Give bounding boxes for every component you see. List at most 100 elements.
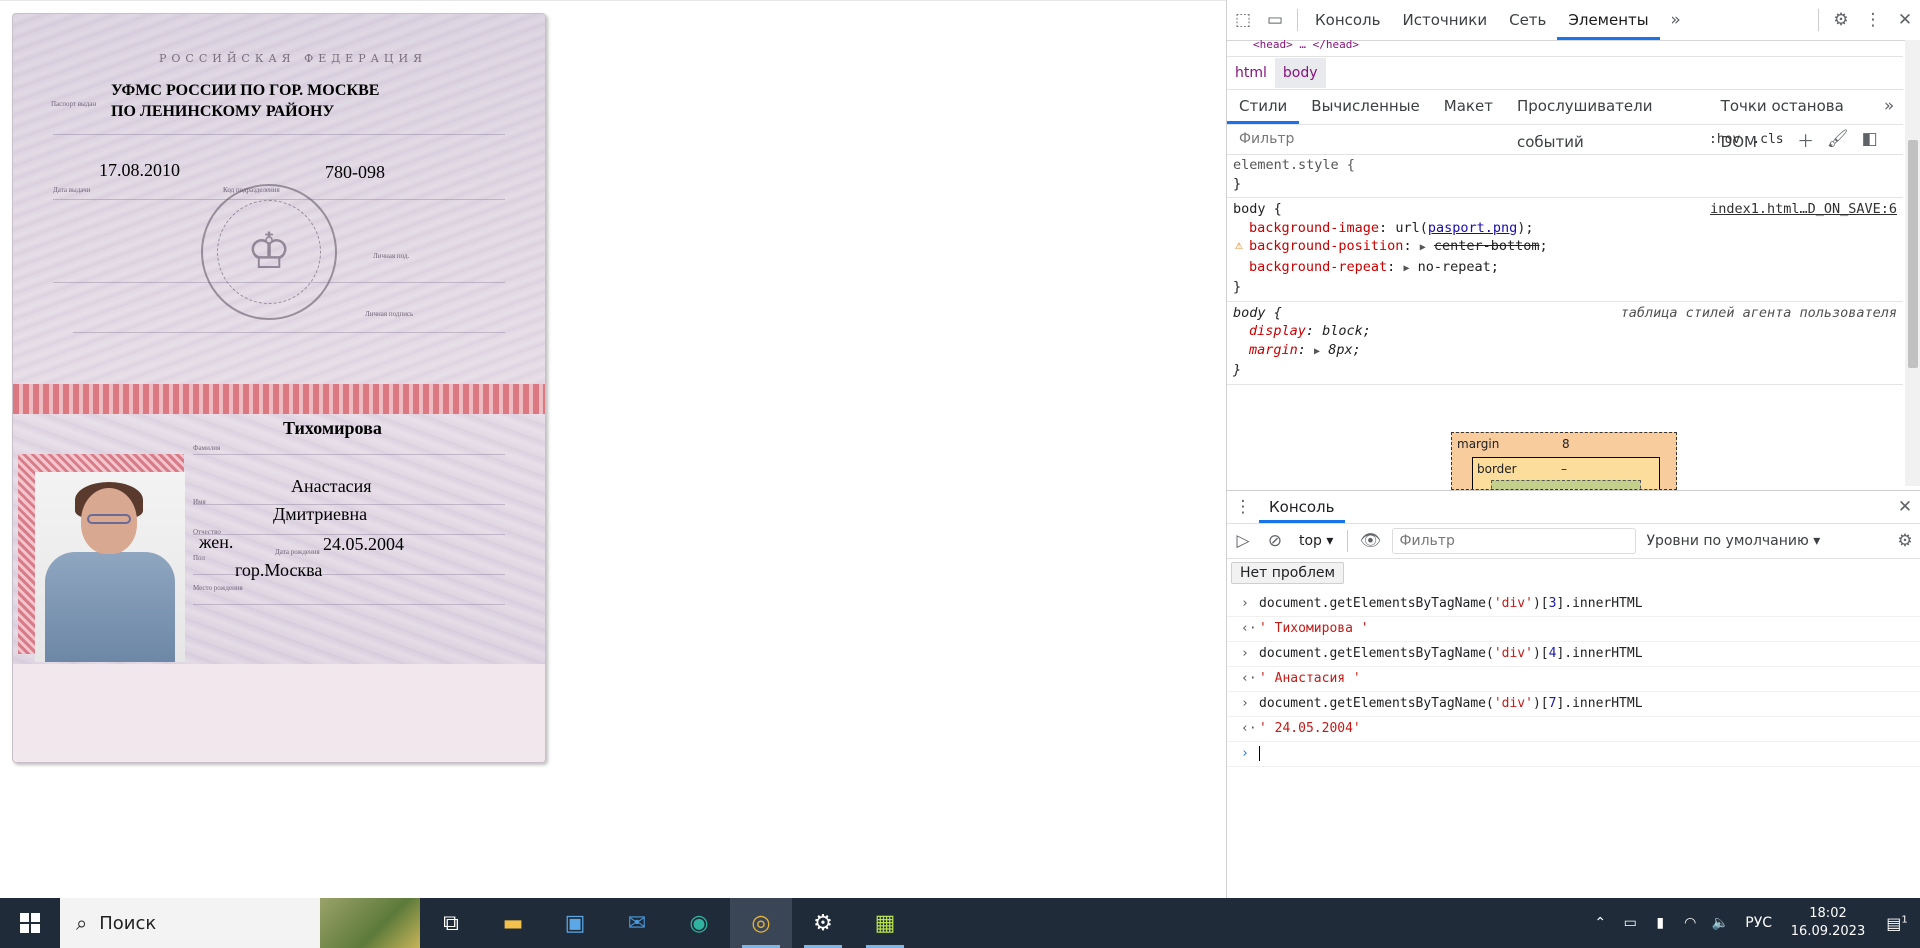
start-button[interactable]	[0, 898, 60, 948]
drawer-tab-console[interactable]: Консоль	[1259, 491, 1345, 523]
console-input-line[interactable]: › document.getElementsByTagName('div')[3]…	[1227, 592, 1920, 617]
inspect-element-icon[interactable]: ⬚	[1227, 4, 1259, 36]
mail-icon[interactable]: ✉	[606, 898, 668, 948]
element-style-rule[interactable]: element.style { }	[1227, 154, 1903, 198]
tab-elements[interactable]: Элементы	[1557, 0, 1660, 40]
volume-icon[interactable]: 🔈	[1705, 915, 1735, 931]
devtools-panel: ⬚ ▭ Консоль Источники Сеть Элементы » ⚙ …	[1226, 0, 1920, 898]
tab-layout[interactable]: Макет	[1432, 88, 1505, 124]
expand-triangle-icon[interactable]: ▶	[1403, 263, 1409, 274]
device-toggle-icon[interactable]: ▭	[1259, 4, 1291, 36]
passport-authority: УФМС РОССИИ ПО ГОР. МОСКВЕ ПО ЛЕНИНСКОМУ…	[111, 82, 380, 120]
console-settings-gear-icon[interactable]: ⚙	[1889, 525, 1920, 557]
passport-division-code: 780-098	[325, 162, 385, 182]
tab-computed[interactable]: Вычисленные	[1299, 88, 1432, 124]
new-rule-icon[interactable]: ＋	[1790, 123, 1822, 155]
styles-scrollbar[interactable]	[1905, 40, 1920, 486]
useragent-source: таблица стилей агента пользователя	[1620, 304, 1897, 321]
console-result-line: ‹· ' 24.05.2004'	[1227, 717, 1920, 742]
task-view-icon[interactable]: ⧉	[420, 898, 482, 948]
console-result-line: ‹· ' Тихомирова '	[1227, 617, 1920, 642]
console-input-line[interactable]: › document.getElementsByTagName('div')[7]…	[1227, 692, 1920, 717]
battery-icon[interactable]: ▮	[1645, 915, 1675, 931]
file-explorer-icon[interactable]: ▬	[482, 898, 544, 948]
sidebar-toggle-icon[interactable]: ◧	[1854, 123, 1886, 155]
styles-subtabs: Стили Вычисленные Макет Прослушиватели с…	[1227, 88, 1903, 151]
body-useragent-rule[interactable]: body { таблица стилей агента пользовател…	[1227, 302, 1903, 385]
dom-tree-snippet[interactable]: <head> … </head>	[1227, 40, 1903, 52]
prop-display[interactable]: display: block;	[1233, 322, 1897, 341]
gear-icon[interactable]: ⚙	[1825, 4, 1857, 36]
console-prompt[interactable]: ›	[1227, 742, 1920, 767]
stylesheet-source-link[interactable]: index1.html…D_ON_SAVE:6	[1710, 200, 1897, 219]
console-toolbar: ▷ ⊘ top ▾ 👁 Фильтр Уровни по умолчанию ▾…	[1227, 524, 1920, 559]
meet-now-icon[interactable]: ▭	[1615, 915, 1645, 931]
devtools-toolbar: ⬚ ▭ Консоль Источники Сеть Элементы » ⚙ …	[1227, 0, 1920, 41]
expand-triangle-icon[interactable]: ▶	[1314, 346, 1320, 357]
prop-background-repeat[interactable]: background-repeat: ▶ no-repeat;	[1233, 258, 1897, 279]
console-sidebar-icon[interactable]: ▷	[1227, 525, 1259, 557]
passport-issue-date: 17.08.2010	[99, 160, 180, 180]
kebab-menu-icon[interactable]: ⋮	[1857, 4, 1889, 36]
close-drawer-icon[interactable]: ✕	[1889, 491, 1920, 523]
expand-triangle-icon[interactable]: ▶	[1420, 242, 1426, 253]
page-viewport: РОССИЙСКАЯ ФЕДЕРАЦИЯ УФМС РОССИИ ПО ГОР.…	[0, 0, 1226, 899]
more-subtabs-icon[interactable]: »	[1875, 90, 1903, 122]
paint-brush-icon[interactable]: 🖌	[1822, 123, 1854, 155]
cls-button[interactable]: .cls	[1746, 132, 1789, 147]
wifi-icon[interactable]: ◠	[1675, 915, 1705, 931]
clear-console-icon[interactable]: ⊘	[1259, 525, 1291, 557]
notifications-icon[interactable]: ▤1	[1874, 914, 1920, 933]
log-levels-dropdown[interactable]: Уровни по умолчанию ▾	[1646, 533, 1820, 549]
context-selector[interactable]: top ▾	[1291, 533, 1341, 549]
windows-logo-icon	[20, 913, 40, 933]
console-result-line: ‹· ' Анастасия '	[1227, 667, 1920, 692]
language-indicator[interactable]: РУС	[1735, 915, 1782, 931]
passport-name: Анастасия	[291, 476, 372, 496]
prop-background-image[interactable]: background-image: url(pasport.png);	[1233, 219, 1897, 238]
tab-sources[interactable]: Источники	[1392, 0, 1499, 40]
windows-taskbar: ⌕ Поиск ⧉ ▬ ▣ ✉ ◉ ◎ ⚙ ▦ ⌃ ▭ ▮ ◠ 🔈 РУС 18…	[0, 898, 1920, 948]
prop-margin[interactable]: margin: ▶ 8px;	[1233, 341, 1897, 362]
console-output: › document.getElementsByTagName('div')[3]…	[1227, 592, 1920, 767]
tab-styles[interactable]: Стили	[1227, 88, 1300, 124]
issues-button[interactable]: Нет проблем	[1231, 562, 1345, 584]
passport-patronymic: Дмитриевна	[273, 504, 368, 524]
chrome-icon[interactable]: ◎	[730, 898, 792, 948]
crumb-body[interactable]: body	[1274, 58, 1326, 88]
settings-gear-icon[interactable]: ⚙	[792, 898, 854, 948]
passport-sex: жен.	[199, 532, 234, 552]
tab-console[interactable]: Консоль	[1304, 0, 1392, 40]
console-filter-input[interactable]: Фильтр	[1392, 528, 1637, 554]
prop-background-position[interactable]: ⚠ background-position: ▶ center-bottom;	[1233, 237, 1897, 258]
chevron-up-icon[interactable]: ⌃	[1585, 915, 1615, 931]
tab-dom-breakpoints[interactable]: Точки останова DOM	[1709, 88, 1876, 151]
eagle-emblem-icon: ♔	[246, 222, 292, 280]
pasport-png-link[interactable]: pasport.png	[1428, 220, 1517, 236]
close-icon[interactable]: ✕	[1889, 4, 1920, 36]
eye-icon[interactable]: 👁	[1354, 525, 1386, 557]
hov-button[interactable]: :hov	[1703, 132, 1746, 147]
edge-icon[interactable]: ◉	[668, 898, 730, 948]
styles-filter-input[interactable]: Фильтр	[1233, 127, 1703, 151]
drawer-menu-icon[interactable]: ⋮	[1227, 491, 1259, 523]
passport-photo	[35, 472, 185, 662]
console-input-line[interactable]: › document.getElementsByTagName('div')[4]…	[1227, 642, 1920, 667]
body-author-rule[interactable]: body { index1.html…D_ON_SAVE:6 backgroun…	[1227, 198, 1903, 302]
more-tabs-icon[interactable]: »	[1660, 4, 1692, 36]
microsoft-store-icon[interactable]: ▣	[544, 898, 606, 948]
passport-seal: ♔	[201, 184, 337, 320]
tab-event-listeners[interactable]: Прослушиватели событий	[1505, 88, 1709, 151]
search-icon: ⌕	[76, 911, 88, 935]
clock[interactable]: 18:02 16.09.2023	[1782, 905, 1874, 941]
taskbar-search[interactable]: ⌕ Поиск	[60, 898, 420, 948]
passport-divider-strip	[13, 384, 545, 414]
passport-country: РОССИЙСКАЯ ФЕДЕРАЦИЯ	[158, 52, 427, 65]
tab-network[interactable]: Сеть	[1498, 0, 1557, 40]
passport-image: РОССИЙСКАЯ ФЕДЕРАЦИЯ УФМС РОССИИ ПО ГОР.…	[12, 13, 546, 763]
system-tray: ⌃ ▭ ▮ ◠ 🔈 РУС 18:02 16.09.2023 ▤1	[1585, 898, 1920, 948]
warning-icon: ⚠	[1235, 238, 1243, 253]
pycharm-icon[interactable]: ▦	[854, 898, 916, 948]
console-drawer-header: ⋮ Консоль ✕	[1227, 490, 1920, 524]
crumb-html[interactable]: html	[1227, 58, 1275, 88]
